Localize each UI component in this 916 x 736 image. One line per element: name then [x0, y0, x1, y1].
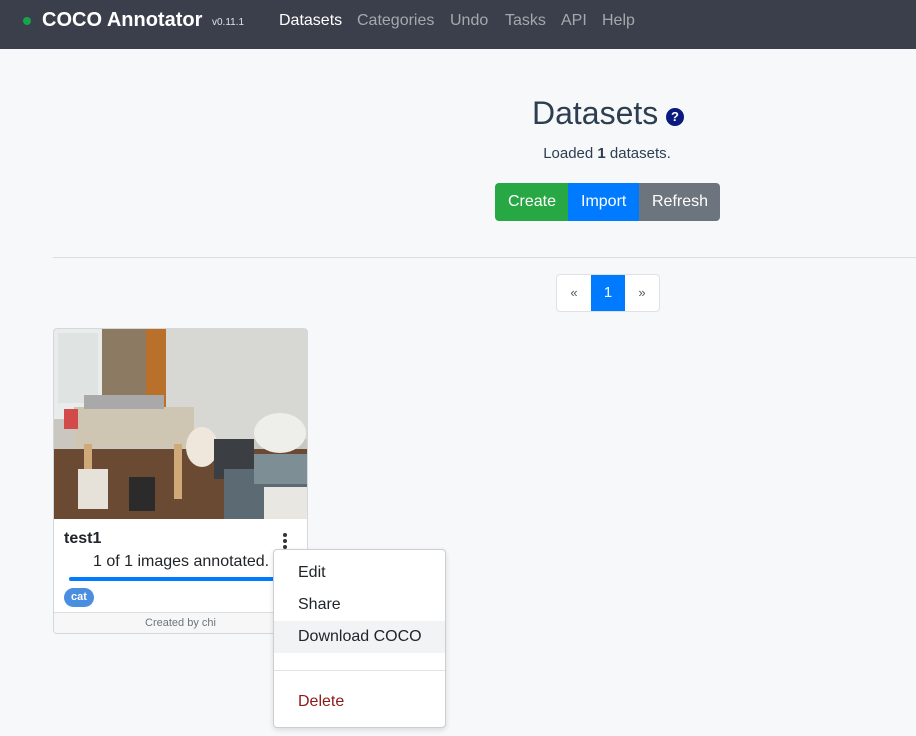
card-footer: Created by chi — [54, 612, 307, 633]
dataset-actions: Create Import Refresh — [495, 183, 720, 221]
more-options-icon[interactable] — [280, 533, 290, 549]
loaded-suffix: datasets. — [605, 145, 671, 162]
annotation-progress-bar — [69, 577, 289, 581]
nav-categories[interactable]: Categories — [357, 12, 434, 30]
top-navbar: COCO Annotator v0.11.1 Datasets Categori… — [0, 0, 916, 49]
nav-undo[interactable]: Undo — [450, 12, 488, 30]
app-brand[interactable]: COCO Annotator — [42, 9, 202, 32]
pagination: « 1 » — [556, 274, 660, 312]
dataset-name[interactable]: test1 — [64, 530, 101, 548]
menu-divider — [274, 670, 445, 671]
loaded-prefix: Loaded — [543, 145, 598, 162]
dataset-thumbnail[interactable] — [54, 329, 307, 519]
status-dot-icon — [23, 17, 31, 25]
category-badge: cat — [64, 588, 94, 607]
menu-item-download-coco[interactable]: Download COCO — [274, 621, 445, 653]
help-icon[interactable]: ? — [666, 108, 684, 126]
loaded-count: 1 — [597, 145, 606, 162]
loaded-count-text: Loaded 1 datasets. — [0, 145, 916, 162]
nav-tasks[interactable]: Tasks — [505, 12, 546, 30]
section-divider — [53, 257, 916, 258]
page-1-button[interactable]: 1 — [591, 275, 625, 311]
create-button[interactable]: Create — [495, 183, 568, 221]
menu-item-delete[interactable]: Delete — [274, 686, 445, 718]
nav-help[interactable]: Help — [602, 12, 635, 30]
dataset-options-menu: Edit Share Download COCO Delete — [273, 549, 446, 728]
nav-datasets[interactable]: Datasets — [279, 12, 342, 30]
page-title: Datasets — [532, 95, 659, 131]
nav-api[interactable]: API — [561, 12, 587, 30]
prev-page-button[interactable]: « — [557, 275, 591, 311]
refresh-button[interactable]: Refresh — [639, 183, 720, 221]
annotation-progress-text: 1 of 1 images annotated. — [93, 553, 270, 570]
dataset-card[interactable]: test1 1 of 1 images annotated. cat Creat… — [53, 328, 308, 634]
app-version: v0.11.1 — [212, 17, 245, 28]
menu-item-edit[interactable]: Edit — [274, 557, 445, 589]
next-page-button[interactable]: » — [625, 275, 659, 311]
import-button[interactable]: Import — [568, 183, 639, 221]
menu-item-share[interactable]: Share — [274, 589, 445, 621]
